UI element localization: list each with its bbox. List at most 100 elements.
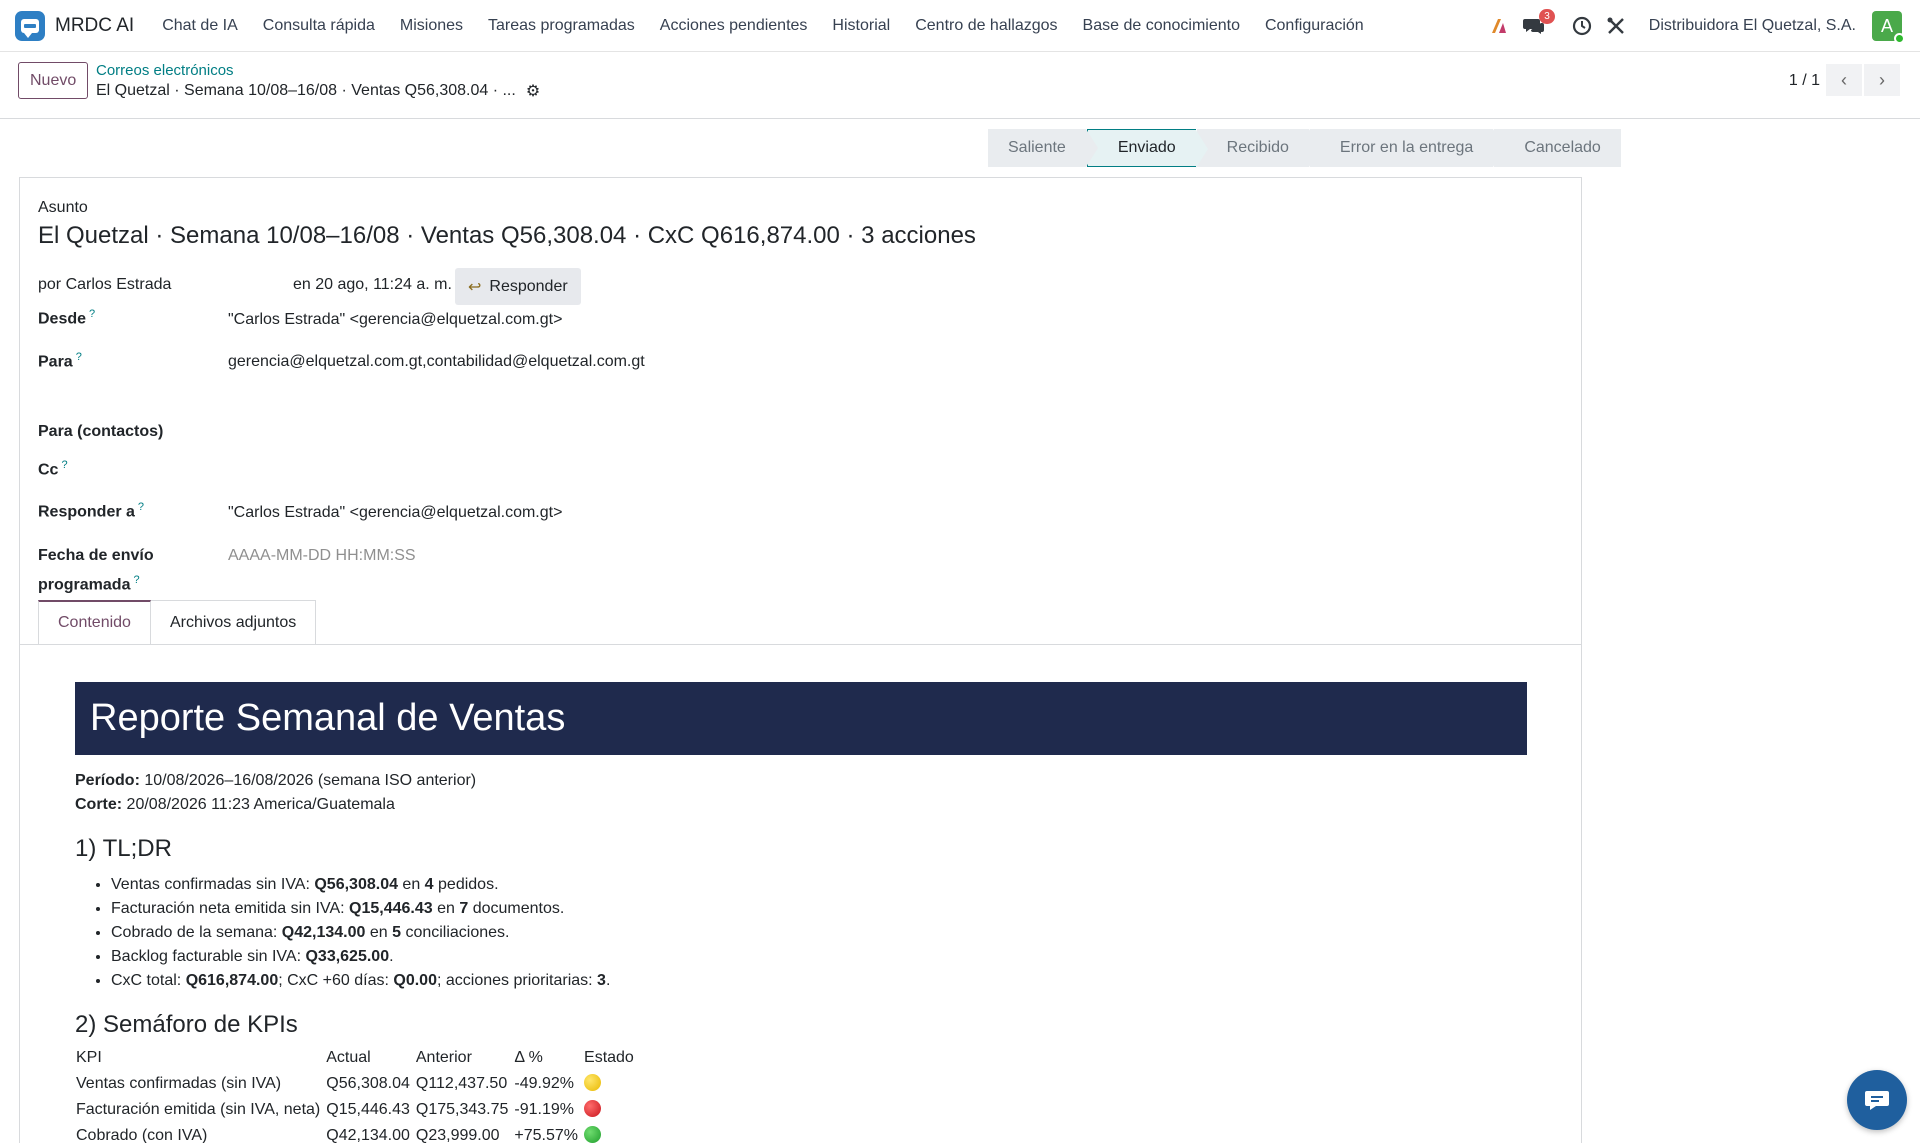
messages-badge: 3 [1539, 9, 1555, 24]
user-avatar[interactable]: A [1872, 11, 1905, 44]
actual-cell: Q15,446.43 [326, 1101, 410, 1118]
reply-to-field[interactable]: "Carlos Estrada" <gerencia@elquetzal.com… [228, 504, 562, 522]
pager-previous-button[interactable]: ‹ [1826, 64, 1862, 96]
menu-item-history[interactable]: Historial [832, 17, 890, 35]
cut-line: Corte: 20/08/2026 11:23 America/Guatemal… [75, 793, 1527, 817]
presence-dot-icon [1894, 33, 1905, 44]
help-tooltip-icon[interactable]: ? [89, 308, 95, 320]
list-item: Facturación neta emitida sin IVA: Q15,44… [111, 897, 1527, 921]
chevron-right-icon: › [1879, 69, 1885, 90]
menu-item-quick-query[interactable]: Consulta rápida [263, 17, 375, 35]
menu-item-missions[interactable]: Misiones [400, 17, 463, 35]
to-label-text: Para [38, 353, 73, 371]
scheduled-date-label: Fecha de envío programada? [38, 544, 154, 597]
menu-item-settings[interactable]: Configuración [1265, 17, 1364, 35]
status-received[interactable]: Recibido [1196, 129, 1322, 167]
record-title: El Quetzal · Semana 10/08–16/08 · Ventas… [96, 81, 540, 101]
form-sheet: Asunto El Quetzal · Semana 10/08–16/08 ·… [19, 177, 1582, 1143]
list-item: Backlog facturable sin IVA: Q33,625.00. [111, 945, 1527, 969]
new-button[interactable]: Nuevo [18, 62, 89, 99]
tab-content[interactable]: Contenido [38, 600, 151, 644]
table-row: Ventas confirmadas (sin IVA) Q56,308.04 … [75, 1071, 640, 1097]
report-meta: Período: 10/08/2026–16/08/2026 (semana I… [75, 769, 1527, 817]
reply-to-label-text: Responder a [38, 503, 135, 521]
section-heading-kpis: 2) Semáforo de KPIs [75, 1011, 298, 1038]
tools-icon[interactable] [1605, 15, 1627, 37]
menu-item-knowledge-base[interactable]: Base de conocimiento [1083, 17, 1240, 35]
previous-cell: Q23,999.00 [415, 1127, 500, 1143]
section-heading-tldr: 1) TL;DR [75, 835, 172, 862]
from-label-text: Desde [38, 310, 87, 328]
app-logo-icon[interactable] [15, 10, 45, 41]
main-menu: Chat de IA Consulta rápida Misiones Tare… [162, 17, 1389, 35]
actual-cell: Q42,134.00 [326, 1127, 410, 1143]
tab-attachments[interactable]: Archivos adjuntos [150, 600, 317, 644]
report-banner: Reporte Semanal de Ventas [75, 682, 1527, 755]
column-header: Actual [326, 1049, 371, 1066]
author-line: por Carlos Estrada [38, 276, 172, 293]
pager-value[interactable]: 1 / 1 [1789, 72, 1820, 90]
delta-cell: -91.19% [514, 1101, 574, 1118]
status-sent[interactable]: Enviado [1086, 129, 1208, 168]
status-delivery-error[interactable]: Error en la entrega [1309, 129, 1506, 167]
navbar-systray: 3 Distribuidora El Quetzal, S.A. A [1489, 0, 1920, 52]
list-item: CxC total: Q616,874.00; CxC +60 días: Q0… [111, 969, 1527, 993]
tabs-divider [20, 644, 1581, 645]
from-field[interactable]: "Carlos Estrada" <gerencia@elquetzal.com… [228, 311, 562, 329]
menu-item-scheduled-tasks[interactable]: Tareas programadas [488, 17, 635, 35]
column-header: Estado [584, 1049, 634, 1066]
breadcrumb[interactable]: Correos electrónicos [96, 62, 234, 79]
status-outgoing[interactable]: Saliente [988, 129, 1098, 167]
scheduled-date-input[interactable]: AAAA-MM-DD HH:MM:SS [228, 547, 416, 565]
date-line: en 20 ago, 11:24 a. m. [293, 276, 452, 293]
status-bar: Saliente Enviado Recibido Error en la en… [988, 129, 1622, 168]
actual-cell: Q56,308.04 [326, 1075, 410, 1092]
red-circle-icon [584, 1100, 602, 1117]
cc-label: Cc? [38, 459, 68, 479]
menu-item-findings[interactable]: Centro de hallazgos [915, 17, 1057, 35]
email-body: Reporte Semanal de Ventas Período: 10/08… [75, 682, 1527, 1143]
subject-label: Asunto [38, 199, 88, 216]
period-line: Período: 10/08/2026–16/08/2026 (semana I… [75, 769, 1527, 793]
menu-item-pending-actions[interactable]: Acciones pendientes [660, 17, 808, 35]
cut-label: Corte: [75, 796, 123, 813]
list-item: Cobrado de la semana: Q42,134.00 en 5 co… [111, 921, 1527, 945]
gear-icon[interactable]: ⚙ [526, 81, 540, 101]
help-tooltip-icon[interactable]: ? [61, 459, 67, 471]
clock-icon[interactable] [1571, 15, 1593, 37]
column-header: Anterior [415, 1049, 472, 1066]
green-circle-icon [584, 1126, 602, 1143]
menu-item-chat[interactable]: Chat de IA [162, 17, 238, 35]
previous-cell: Q112,437.50 [415, 1075, 508, 1092]
kpi-cell: Cobrado (con IVA) [76, 1127, 208, 1143]
pager-next-button[interactable]: › [1864, 64, 1900, 96]
ai-sparkle-icon[interactable] [1489, 15, 1511, 37]
to-field[interactable]: gerencia@elquetzal.com.gt,contabilidad@e… [228, 353, 645, 371]
tldr-list: Ventas confirmadas sin IVA: Q56,308.04 e… [111, 873, 1527, 993]
subject-field[interactable]: El Quetzal · Semana 10/08–16/08 · Ventas… [38, 222, 976, 250]
cut-value: 20/08/2026 11:23 America/Guatemala [122, 796, 395, 813]
from-label: Desde? [38, 308, 95, 328]
company-switcher[interactable]: Distribuidora El Quetzal, S.A. [1649, 17, 1856, 35]
kpi-cell: Facturación emitida (sin IVA, neta) [76, 1101, 321, 1118]
reply-to-label: Responder a? [38, 501, 144, 521]
kpi-cell: Ventas confirmadas (sin IVA) [76, 1075, 282, 1092]
ai-chat-fab-button[interactable] [1847, 1070, 1907, 1130]
period-label: Período: [75, 772, 140, 789]
status-cell [583, 1123, 640, 1143]
scheduled-label-line2: programada [38, 576, 131, 594]
reply-button[interactable]: ↩ Responder [455, 268, 581, 305]
table-row: Facturación emitida (sin IVA, neta) Q15,… [75, 1097, 640, 1123]
previous-cell: Q175,343.75 [415, 1101, 509, 1118]
reply-label: Responder [489, 277, 568, 295]
cc-label-text: Cc [38, 461, 59, 479]
messages-icon[interactable]: 3 [1522, 9, 1555, 37]
to-label: Para? [38, 351, 82, 371]
status-cancelled[interactable]: Cancelado [1494, 129, 1621, 167]
app-name[interactable]: MRDC AI [55, 15, 134, 37]
yellow-circle-icon [584, 1074, 602, 1091]
status-cell [583, 1071, 640, 1097]
help-tooltip-icon[interactable]: ? [76, 351, 82, 363]
help-tooltip-icon[interactable]: ? [133, 574, 139, 586]
help-tooltip-icon[interactable]: ? [138, 501, 144, 513]
